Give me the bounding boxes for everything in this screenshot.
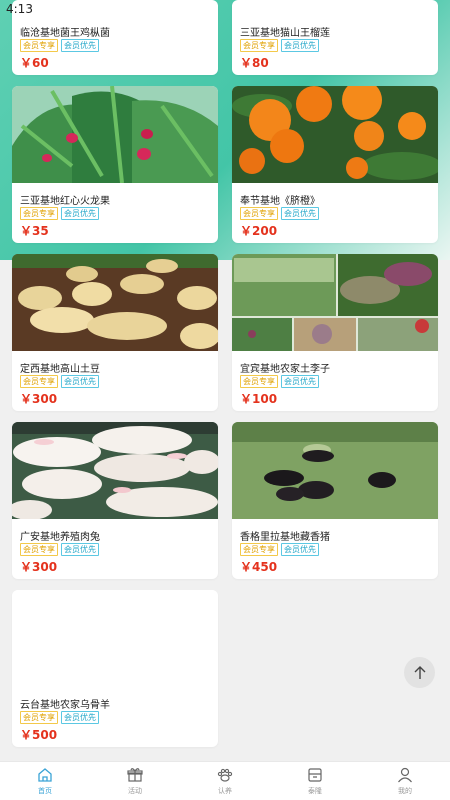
product-card[interactable]: 香格里拉基地藏香猪 会员专享 会员优先 ￥450 — [232, 422, 438, 579]
status-bar: 4:13 — [0, 0, 450, 18]
rabbit-image — [12, 422, 218, 519]
tab-label: 活动 — [128, 787, 142, 795]
potato-image — [12, 254, 218, 351]
tab-activity[interactable]: 活动 — [90, 762, 180, 800]
product-price: ￥300 — [20, 560, 58, 574]
member-priority-tag: 会员优先 — [281, 207, 319, 220]
member-priority-tag: 会员优先 — [61, 543, 99, 556]
product-tags: 会员专享 会员优先 — [20, 711, 99, 724]
orange-image — [232, 86, 438, 183]
product-tags: 会员专享 会员优先 — [240, 39, 319, 52]
tab-home[interactable]: 首页 — [0, 762, 90, 800]
product-image-placeholder — [12, 590, 218, 687]
tab-adopt[interactable]: 认养 — [180, 762, 270, 800]
product-title: 三亚基地红心火龙果 — [20, 196, 110, 207]
product-tags: 会员专享 会员优先 — [20, 375, 99, 388]
member-priority-tag: 会员优先 — [281, 39, 319, 52]
product-card[interactable]: 广安基地养殖肉兔 会员专享 会员优先 ￥300 — [12, 422, 218, 579]
member-only-tag: 会员专享 — [240, 543, 278, 556]
product-title: 宜宾基地农家土李子 — [240, 364, 330, 375]
product-price: ￥80 — [240, 56, 269, 70]
member-priority-tag: 会员优先 — [61, 711, 99, 724]
status-time: 4:13 — [6, 2, 33, 16]
product-title: 临沧基地菌王鸡枞菌 — [20, 28, 110, 39]
product-title: 定西基地高山土豆 — [20, 364, 100, 375]
product-card[interactable]: 奉节基地《脐橙》 会员专享 会员优先 ￥200 — [232, 86, 438, 243]
member-only-tag: 会员专享 — [20, 711, 58, 724]
product-price: ￥60 — [20, 56, 49, 70]
scroll-to-top-button[interactable] — [404, 657, 435, 688]
tab-label: 我的 — [398, 787, 412, 795]
product-tags: 会员专享 会员优先 — [240, 375, 319, 388]
product-title: 云台基地农家乌骨羊 — [20, 700, 110, 711]
product-tags: 会员专享 会员优先 — [240, 543, 319, 556]
product-price: ￥450 — [240, 560, 278, 574]
gift-icon — [127, 768, 143, 782]
member-only-tag: 会员专享 — [20, 375, 58, 388]
plum-image — [232, 254, 438, 351]
tab-box[interactable]: 泰隆 — [270, 762, 360, 800]
product-title: 奉节基地《脐橙》 — [240, 196, 320, 207]
member-only-tag: 会员专享 — [20, 39, 58, 52]
dragon-fruit-image — [12, 86, 218, 183]
box-icon — [308, 768, 322, 782]
product-card[interactable]: 宜宾基地农家土李子 会员专享 会员优先 ￥100 — [232, 254, 438, 411]
product-price: ￥300 — [20, 392, 58, 406]
tab-label: 首页 — [38, 787, 52, 795]
member-priority-tag: 会员优先 — [281, 543, 319, 556]
product-tags: 会员专享 会员优先 — [20, 543, 99, 556]
product-title: 香格里拉基地藏香猪 — [240, 532, 330, 543]
product-tags: 会员专享 会员优先 — [20, 207, 99, 220]
product-card[interactable]: 三亚基地红心火龙果 会员专享 会员优先 ￥35 — [12, 86, 218, 243]
paw-icon — [217, 768, 233, 782]
tab-mine[interactable]: 我的 — [360, 762, 450, 800]
product-tags: 会员专享 会员优先 — [240, 207, 319, 220]
member-only-tag: 会员专享 — [20, 543, 58, 556]
member-priority-tag: 会员优先 — [61, 207, 99, 220]
member-priority-tag: 会员优先 — [281, 375, 319, 388]
user-icon — [398, 767, 412, 783]
member-only-tag: 会员专享 — [20, 207, 58, 220]
product-title: 三亚基地猫山王榴莲 — [240, 28, 330, 39]
product-card[interactable]: 云台基地农家乌骨羊 会员专享 会员优先 ￥500 — [12, 590, 218, 747]
arrow-up-icon — [414, 665, 425, 679]
product-tags: 会员专享 会员优先 — [20, 39, 99, 52]
home-icon — [38, 768, 52, 782]
member-only-tag: 会员专享 — [240, 207, 278, 220]
product-price: ￥200 — [240, 224, 278, 238]
member-priority-tag: 会员优先 — [61, 375, 99, 388]
pig-image — [232, 422, 438, 519]
product-price: ￥500 — [20, 728, 58, 742]
bottom-tab-bar: 首页 活动 认养 泰隆 我的 — [0, 761, 450, 800]
member-only-tag: 会员专享 — [240, 375, 278, 388]
member-priority-tag: 会员优先 — [61, 39, 99, 52]
product-price: ￥35 — [20, 224, 49, 238]
member-only-tag: 会员专享 — [240, 39, 278, 52]
product-card[interactable]: 定西基地高山土豆 会员专享 会员优先 ￥300 — [12, 254, 218, 411]
product-title: 广安基地养殖肉兔 — [20, 532, 100, 543]
tab-label: 泰隆 — [308, 787, 322, 795]
product-price: ￥100 — [240, 392, 278, 406]
tab-label: 认养 — [218, 787, 232, 795]
